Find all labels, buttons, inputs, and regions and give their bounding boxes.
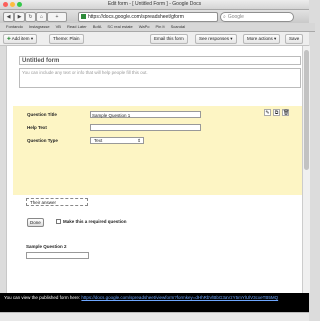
question-type-label: Question Type bbox=[27, 138, 58, 143]
bookmark-item[interactable]: Scandal bbox=[171, 23, 185, 31]
window-title: Edit form - [ Untitled Form ] - Google D… bbox=[107, 1, 202, 7]
see-responses-label: See responses bbox=[199, 36, 230, 41]
required-checkbox[interactable] bbox=[56, 219, 61, 224]
url-text: https://docs.google.com/spreadsheet/gfor… bbox=[88, 14, 184, 20]
email-form-button[interactable]: Email this form bbox=[150, 34, 188, 44]
delete-trash-icon[interactable]: 🗑 bbox=[282, 109, 289, 116]
form-description-input[interactable]: You can include any text or info that wi… bbox=[19, 68, 301, 88]
bookmarks-bar: Fontando Instagrasse VB Read Later BofA … bbox=[0, 23, 315, 32]
bookmark-item[interactable]: Instagrasse bbox=[29, 23, 50, 31]
form-title-input[interactable]: Untitled form bbox=[19, 56, 301, 65]
edit-pencil-icon[interactable]: ✎ bbox=[264, 109, 271, 116]
bookmark-item[interactable]: BofA bbox=[93, 23, 102, 31]
reload-icon[interactable]: ↻ bbox=[25, 12, 36, 22]
vertical-scrollbar[interactable] bbox=[302, 46, 310, 293]
form-editor-toolbar: ✚ Add item ▾ Theme: Plain Email this for… bbox=[0, 32, 309, 46]
bookmark-item[interactable]: SC real estate bbox=[107, 23, 132, 31]
bookmark-item[interactable]: Fontando bbox=[6, 23, 23, 31]
bookmark-item[interactable]: WaPo bbox=[139, 23, 150, 31]
question-2-answer-field bbox=[26, 252, 89, 259]
done-button[interactable]: Done bbox=[27, 218, 44, 227]
duplicate-icon[interactable]: ⧉ bbox=[273, 109, 280, 116]
add-bookmark-button[interactable]: + bbox=[47, 12, 67, 22]
question-type-value: Text bbox=[94, 138, 103, 143]
save-button[interactable]: Save bbox=[285, 34, 304, 44]
bookmark-item[interactable]: Pin It bbox=[156, 23, 165, 31]
bookmark-item[interactable]: Read Later bbox=[67, 23, 87, 31]
notice-text: You can view the published form here: bbox=[4, 295, 81, 300]
address-bar[interactable]: https://docs.google.com/spreadsheet/gfor… bbox=[78, 12, 218, 22]
question-editor-panel: Question Title Sample Question 1 Help Te… bbox=[13, 106, 302, 227]
search-input[interactable]: ⌕ Google bbox=[220, 12, 294, 22]
more-actions-button[interactable]: More actions ▾ bbox=[243, 34, 281, 44]
add-item-label: Add item bbox=[11, 36, 30, 41]
site-favicon-icon bbox=[81, 14, 86, 19]
add-item-icon: ✚ bbox=[7, 36, 11, 41]
forward-arrow-icon[interactable]: ▶ bbox=[14, 12, 25, 22]
more-actions-label: More actions bbox=[247, 36, 273, 41]
published-form-link[interactable]: https://docs.google.com/spreadsheet/view… bbox=[81, 295, 278, 300]
see-responses-button[interactable]: See responses ▾ bbox=[195, 34, 237, 44]
question-type-select[interactable]: Text ⇕ bbox=[90, 137, 144, 144]
answer-preview-field: Their answer bbox=[26, 198, 88, 206]
required-label: Make this a required question bbox=[63, 219, 127, 224]
question-title-label: Question Title bbox=[27, 112, 57, 117]
search-placeholder: Google bbox=[227, 14, 244, 20]
home-icon[interactable]: ⌂ bbox=[36, 12, 47, 22]
browser-toolbar: ◀ ▶ ↻ ⌂ + https://docs.google.com/spread… bbox=[0, 10, 309, 23]
published-form-notice: You can view the published form here: ht… bbox=[0, 293, 309, 312]
bookmark-item[interactable]: VB bbox=[56, 23, 61, 31]
back-arrow-icon[interactable]: ◀ bbox=[3, 12, 14, 22]
scrollbar-thumb[interactable] bbox=[304, 50, 309, 170]
search-icon: ⌕ bbox=[223, 14, 226, 20]
form-canvas: Untitled form You can include any text o… bbox=[6, 46, 304, 294]
question-title-input[interactable]: Sample Question 1 bbox=[90, 111, 201, 118]
help-text-input[interactable] bbox=[90, 124, 201, 131]
add-item-button[interactable]: ✚ Add item ▾ bbox=[3, 34, 38, 44]
window-title-bar: Edit form - [ Untitled Form ] - Google D… bbox=[0, 0, 309, 10]
help-text-label: Help Text bbox=[27, 125, 47, 130]
theme-button[interactable]: Theme: Plain bbox=[49, 34, 84, 44]
chevron-down-icon: ⇕ bbox=[137, 138, 141, 143]
question-2-title: Sample Question 2 bbox=[26, 244, 67, 249]
